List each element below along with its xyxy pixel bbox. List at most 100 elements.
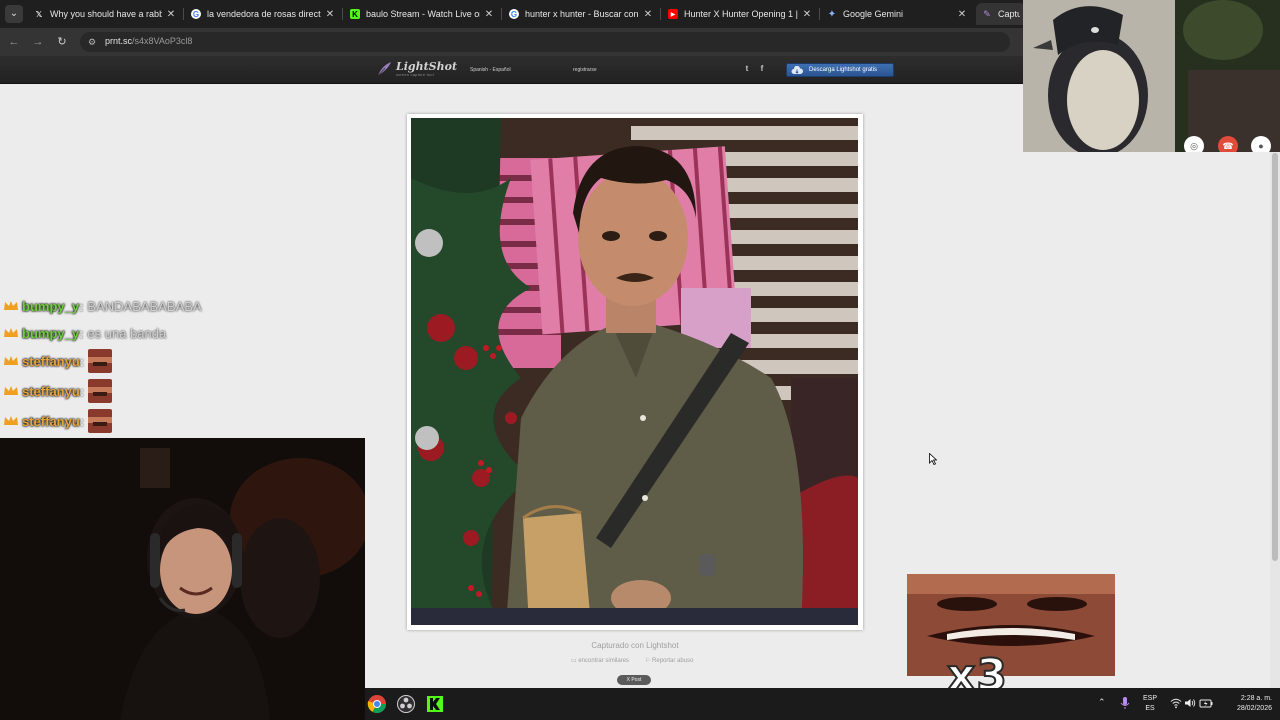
- laughing-meme-overlay: x3: [907, 574, 1115, 700]
- report-abuse-label: Reportar abuso: [652, 658, 694, 664]
- chat-message: steffanyu :: [3, 349, 113, 373]
- tab-divider: [501, 8, 502, 20]
- chat-colon: :: [79, 383, 85, 399]
- chrome-icon[interactable]: [367, 694, 387, 714]
- chat-message: bumpy_y : BANDABABABABA: [3, 296, 202, 318]
- chat-username: bumpy_y: [22, 325, 80, 341]
- chat-colon: :: [79, 413, 85, 429]
- url-text: prnt.sc/s4x8VAoP3cl8: [105, 36, 192, 46]
- show-hidden-icons-chevron-icon[interactable]: ⌃: [1098, 697, 1106, 708]
- tab-divider: [660, 8, 661, 20]
- battery-charging-icon[interactable]: [1199, 697, 1213, 709]
- x-twitter-icon: 𝕏: [35, 9, 43, 19]
- crown-badge-icon: [4, 416, 18, 425]
- tab-close-icon[interactable]: ✕: [325, 9, 335, 20]
- tab-title: hunter x hunter - Buscar con G: [525, 9, 639, 19]
- streamer-webcam: [0, 438, 365, 720]
- tab-close-icon[interactable]: ✕: [643, 9, 653, 20]
- tab-hxh-opening[interactable]: ▶ Hunter X Hunter Opening 1 | D ✕: [662, 3, 818, 25]
- crown-badge-icon: [4, 356, 18, 365]
- captured-with-lightshot-text[interactable]: Capturado con Lightshot: [540, 641, 730, 650]
- url-path: /s4x8VAoP3cl8: [132, 36, 193, 46]
- back-arrow-icon[interactable]: ←: [6, 34, 22, 50]
- photo-man-with-christmas-tree: [411, 118, 858, 625]
- address-bar[interactable]: ⚙ prnt.sc/s4x8VAoP3cl8: [80, 32, 1010, 52]
- page-scrollbar[interactable]: [1270, 85, 1280, 688]
- lightshot-icon: ✎: [983, 8, 991, 19]
- laughing-man-emote: [88, 379, 113, 403]
- chat-message: steffanyu :: [3, 379, 113, 403]
- tab-divider: [183, 8, 184, 20]
- chat-colon: :: [79, 353, 85, 369]
- find-similar-link[interactable]: ▭ encontrar similares: [571, 657, 629, 664]
- clock-time: 2:28 a. m.: [1240, 695, 1272, 702]
- laughing-man-emote: [88, 349, 113, 373]
- windows-taskbar: ⌃ ESP ES 2:28 a. m. 28/02/2026: [365, 688, 1280, 720]
- camera-toggle-icon[interactable]: ◎: [1184, 136, 1204, 152]
- tab-close-icon[interactable]: ✕: [957, 9, 967, 20]
- tab-close-icon[interactable]: ✕: [484, 9, 494, 20]
- crown-badge-icon: [4, 328, 18, 337]
- crown-badge-icon: [4, 301, 18, 310]
- tab-kick-stream[interactable]: K baulo Stream - Watch Live on K ✕: [344, 3, 500, 25]
- tab-divider: [819, 8, 820, 20]
- tab-lightshot-capture[interactable]: ✎ Captura: [976, 3, 1026, 25]
- logo-text: LightShot: [396, 59, 458, 73]
- captured-photo[interactable]: [411, 118, 858, 625]
- tab-rabbit[interactable]: 𝕏 Why you should have a rabbit a ✕: [28, 3, 182, 25]
- chat-username: steffanyu: [22, 353, 80, 369]
- clock-date: 28/02/2026: [1236, 705, 1272, 712]
- cloud-download-icon: [791, 65, 803, 74]
- facebook-icon[interactable]: f: [757, 64, 767, 74]
- download-button-label: Descarga Lightshot gratis: [809, 67, 878, 73]
- chat-message: bumpy_y : es una banda: [3, 321, 166, 345]
- report-abuse-link[interactable]: ⚐ Reportar abuso: [645, 657, 693, 664]
- system-clock[interactable]: 2:28 a. m. 28/02/2026: [1222, 694, 1272, 714]
- laughing-man-emote: [88, 409, 113, 433]
- tab-search-chevron-icon[interactable]: ⌄: [5, 5, 23, 23]
- google-icon: G: [509, 9, 519, 19]
- volume-icon[interactable]: [1184, 697, 1196, 709]
- tab-vendedora[interactable]: G la vendedora de rosas director ✕: [185, 3, 341, 25]
- microphone-icon[interactable]: [1119, 696, 1131, 710]
- microphone-toggle-icon[interactable]: ●: [1251, 136, 1271, 152]
- lightshot-logo[interactable]: LightShot screen capture tool: [376, 61, 457, 77]
- tab-title: la vendedora de rosas director: [207, 9, 321, 19]
- lightshot-wordmark: LightShot screen capture tool: [396, 59, 458, 77]
- chat-username: steffanyu: [22, 413, 80, 429]
- scrollbar-thumb[interactable]: [1272, 153, 1278, 561]
- crown-badge-icon: [4, 386, 18, 395]
- forward-arrow-icon[interactable]: →: [30, 34, 46, 50]
- hang-up-icon[interactable]: ☎: [1218, 136, 1238, 152]
- tab-title: Google Gemini: [843, 9, 904, 19]
- tab-close-icon[interactable]: ✕: [166, 9, 176, 20]
- download-lightshot-button[interactable]: Descarga Lightshot gratis: [786, 63, 894, 77]
- stream-chat-overlay: bumpy_y : BANDABABABABA bumpy_y : es una…: [0, 296, 300, 436]
- call-video-feed: [1023, 0, 1280, 152]
- obs-icon[interactable]: [396, 694, 416, 714]
- twitter-icon[interactable]: t: [742, 64, 752, 74]
- url-host: prnt.sc: [105, 36, 133, 46]
- x-post-button[interactable]: X Post: [617, 675, 651, 685]
- tab-title: Captura: [998, 9, 1020, 19]
- tab-gemini[interactable]: ✦ Google Gemini ✕: [821, 3, 973, 25]
- tab-close-icon[interactable]: ✕: [802, 9, 812, 20]
- kick-icon[interactable]: [425, 694, 445, 714]
- mouse-cursor-icon: [929, 453, 937, 465]
- gemini-icon: ✦: [827, 8, 837, 20]
- input-language-indicator[interactable]: ESP ES: [1140, 694, 1160, 714]
- language-selector[interactable]: Spanish - Español: [470, 67, 511, 73]
- reload-icon[interactable]: ↻: [54, 34, 70, 50]
- tab-title: baulo Stream - Watch Live on K: [366, 9, 480, 19]
- language-layout: ES: [1145, 705, 1155, 712]
- wifi-icon[interactable]: [1170, 697, 1182, 709]
- chat-message-text: es una banda: [87, 325, 167, 341]
- chat-username: bumpy_y: [22, 298, 80, 314]
- chat-message: steffanyu :: [3, 409, 113, 433]
- laughing-face-image: [907, 574, 1115, 676]
- register-link[interactable]: registrarse: [573, 67, 597, 73]
- captured-screenshot-frame: [407, 114, 863, 630]
- tab-hxh-search[interactable]: G hunter x hunter - Buscar con G ✕: [503, 3, 659, 25]
- webcam-feed: [0, 438, 365, 720]
- site-info-icon[interactable]: ⚙: [88, 36, 100, 48]
